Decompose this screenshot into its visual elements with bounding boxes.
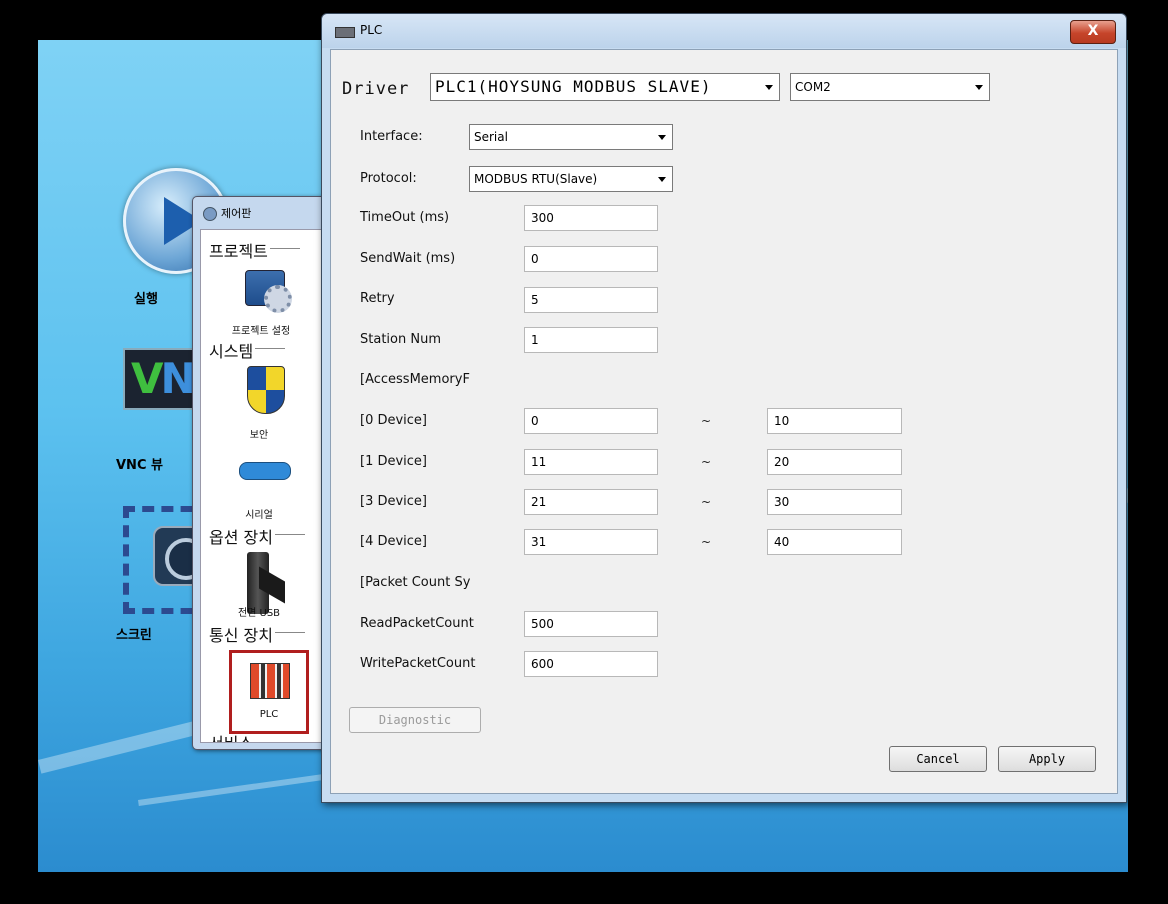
project-settings-icon[interactable] [245, 270, 292, 313]
sendwait-field[interactable]: 0 [524, 246, 658, 272]
timeout-label: TimeOut (ms) [360, 210, 450, 225]
retry-label: Retry [360, 291, 395, 306]
desktop-icon-label-vnc: VNC 뷰 [116, 458, 163, 473]
serial-port-icon[interactable] [239, 462, 291, 480]
desktop-icon-label-run: 실행 [134, 292, 158, 307]
section-option-devices: 옵션 장치 [209, 524, 305, 548]
cancel-button[interactable]: Cancel [889, 746, 987, 772]
protocol-select-value: MODBUS RTU(Slave) [474, 172, 598, 186]
item-security[interactable]: 보안 [209, 426, 309, 441]
shield-icon[interactable] [247, 366, 285, 414]
section-system: 시스템 [209, 338, 286, 362]
item-front-usb[interactable]: 전면 USB [209, 604, 309, 619]
section-comm-devices: 통신 장치 [209, 622, 305, 646]
driver-select[interactable]: PLC1(HOYSUNG MODBUS SLAVE) [430, 73, 780, 101]
vnc-letter-v: V [131, 354, 163, 403]
interface-label: Interface: [360, 129, 423, 144]
port-select[interactable]: COM2 [790, 73, 990, 101]
read-packet-count-label: ReadPacketCount [360, 616, 474, 631]
plc-item-highlight[interactable]: PLC [229, 650, 309, 734]
close-button[interactable]: X [1070, 20, 1116, 44]
sendwait-label: SendWait (ms) [360, 251, 456, 266]
range-separator: ~ [701, 495, 712, 509]
station-num-label: Station Num [360, 332, 441, 347]
plc-icon [250, 663, 290, 699]
interface-select[interactable]: Serial [469, 124, 673, 150]
item-project-settings[interactable]: 프로젝트 설정 [211, 322, 311, 337]
device-0-to-field[interactable]: 10 [767, 408, 902, 434]
device-1-to-field[interactable]: 20 [767, 449, 902, 475]
driver-label: Driver [342, 79, 410, 99]
diagnostic-button[interactable]: Diagnostic [349, 707, 481, 733]
protocol-label: Protocol: [360, 171, 417, 186]
retry-field[interactable]: 5 [524, 287, 658, 313]
plc-titlebar[interactable]: PLC X [322, 14, 1126, 48]
interface-select-value: Serial [474, 130, 508, 144]
device-1-label: [1 Device] [360, 454, 428, 469]
device-4-to-field[interactable]: 40 [767, 529, 902, 555]
item-serial[interactable]: 시리얼 [209, 506, 309, 521]
desktop-icon-label-screen: 스크린 [116, 628, 152, 643]
item-plc: PLC [259, 709, 279, 720]
plc-window-title: PLC [360, 23, 383, 37]
packet-count-header: [Packet Count Sy [360, 575, 471, 590]
chevron-down-icon [975, 85, 983, 90]
plc-dialog: PLC X Driver PLC1(HOYSUNG MODBUS SLAVE) … [321, 13, 1127, 803]
range-separator: ~ [701, 414, 712, 428]
access-memory-header: [AccessMemoryF [360, 372, 470, 387]
control-panel-title: 제어판 [221, 207, 252, 220]
control-panel-window: 제어판 프로젝트 프로젝트 설정 시스템 보안 시리얼 옵션 장치 전면 USB… [192, 196, 335, 750]
device-3-from-field[interactable]: 21 [524, 489, 658, 515]
range-separator: ~ [701, 455, 712, 469]
driver-select-value: PLC1(HOYSUNG MODBUS SLAVE) [435, 77, 712, 96]
section-project: 프로젝트 [209, 238, 300, 262]
device-0-label: [0 Device] [360, 413, 428, 428]
plc-window-icon [335, 27, 355, 38]
range-separator: ~ [701, 535, 712, 549]
device-4-label: [4 Device] [360, 534, 428, 549]
apply-button[interactable]: Apply [998, 746, 1096, 772]
timeout-field[interactable]: 300 [524, 205, 658, 231]
device-1-from-field[interactable]: 11 [524, 449, 658, 475]
chevron-down-icon [658, 177, 666, 182]
station-num-field[interactable]: 1 [524, 327, 658, 353]
section-service: 서비스 [209, 730, 253, 742]
write-packet-count-field[interactable]: 600 [524, 651, 658, 677]
device-4-from-field[interactable]: 31 [524, 529, 658, 555]
device-3-to-field[interactable]: 30 [767, 489, 902, 515]
write-packet-count-label: WritePacketCount [360, 656, 476, 671]
read-packet-count-field[interactable]: 500 [524, 611, 658, 637]
chevron-down-icon [765, 85, 773, 90]
control-panel-body: 프로젝트 프로젝트 설정 시스템 보안 시리얼 옵션 장치 전면 USB 통신 … [200, 229, 335, 743]
protocol-select[interactable]: MODBUS RTU(Slave) [469, 166, 673, 192]
chevron-down-icon [658, 135, 666, 140]
device-3-label: [3 Device] [360, 494, 428, 509]
plc-client-area: Driver PLC1(HOYSUNG MODBUS SLAVE) COM2 I… [330, 49, 1118, 794]
port-select-value: COM2 [795, 80, 831, 94]
vnc-letter-n: N [160, 354, 196, 403]
device-0-from-field[interactable]: 0 [524, 408, 658, 434]
control-panel-icon [203, 207, 217, 221]
